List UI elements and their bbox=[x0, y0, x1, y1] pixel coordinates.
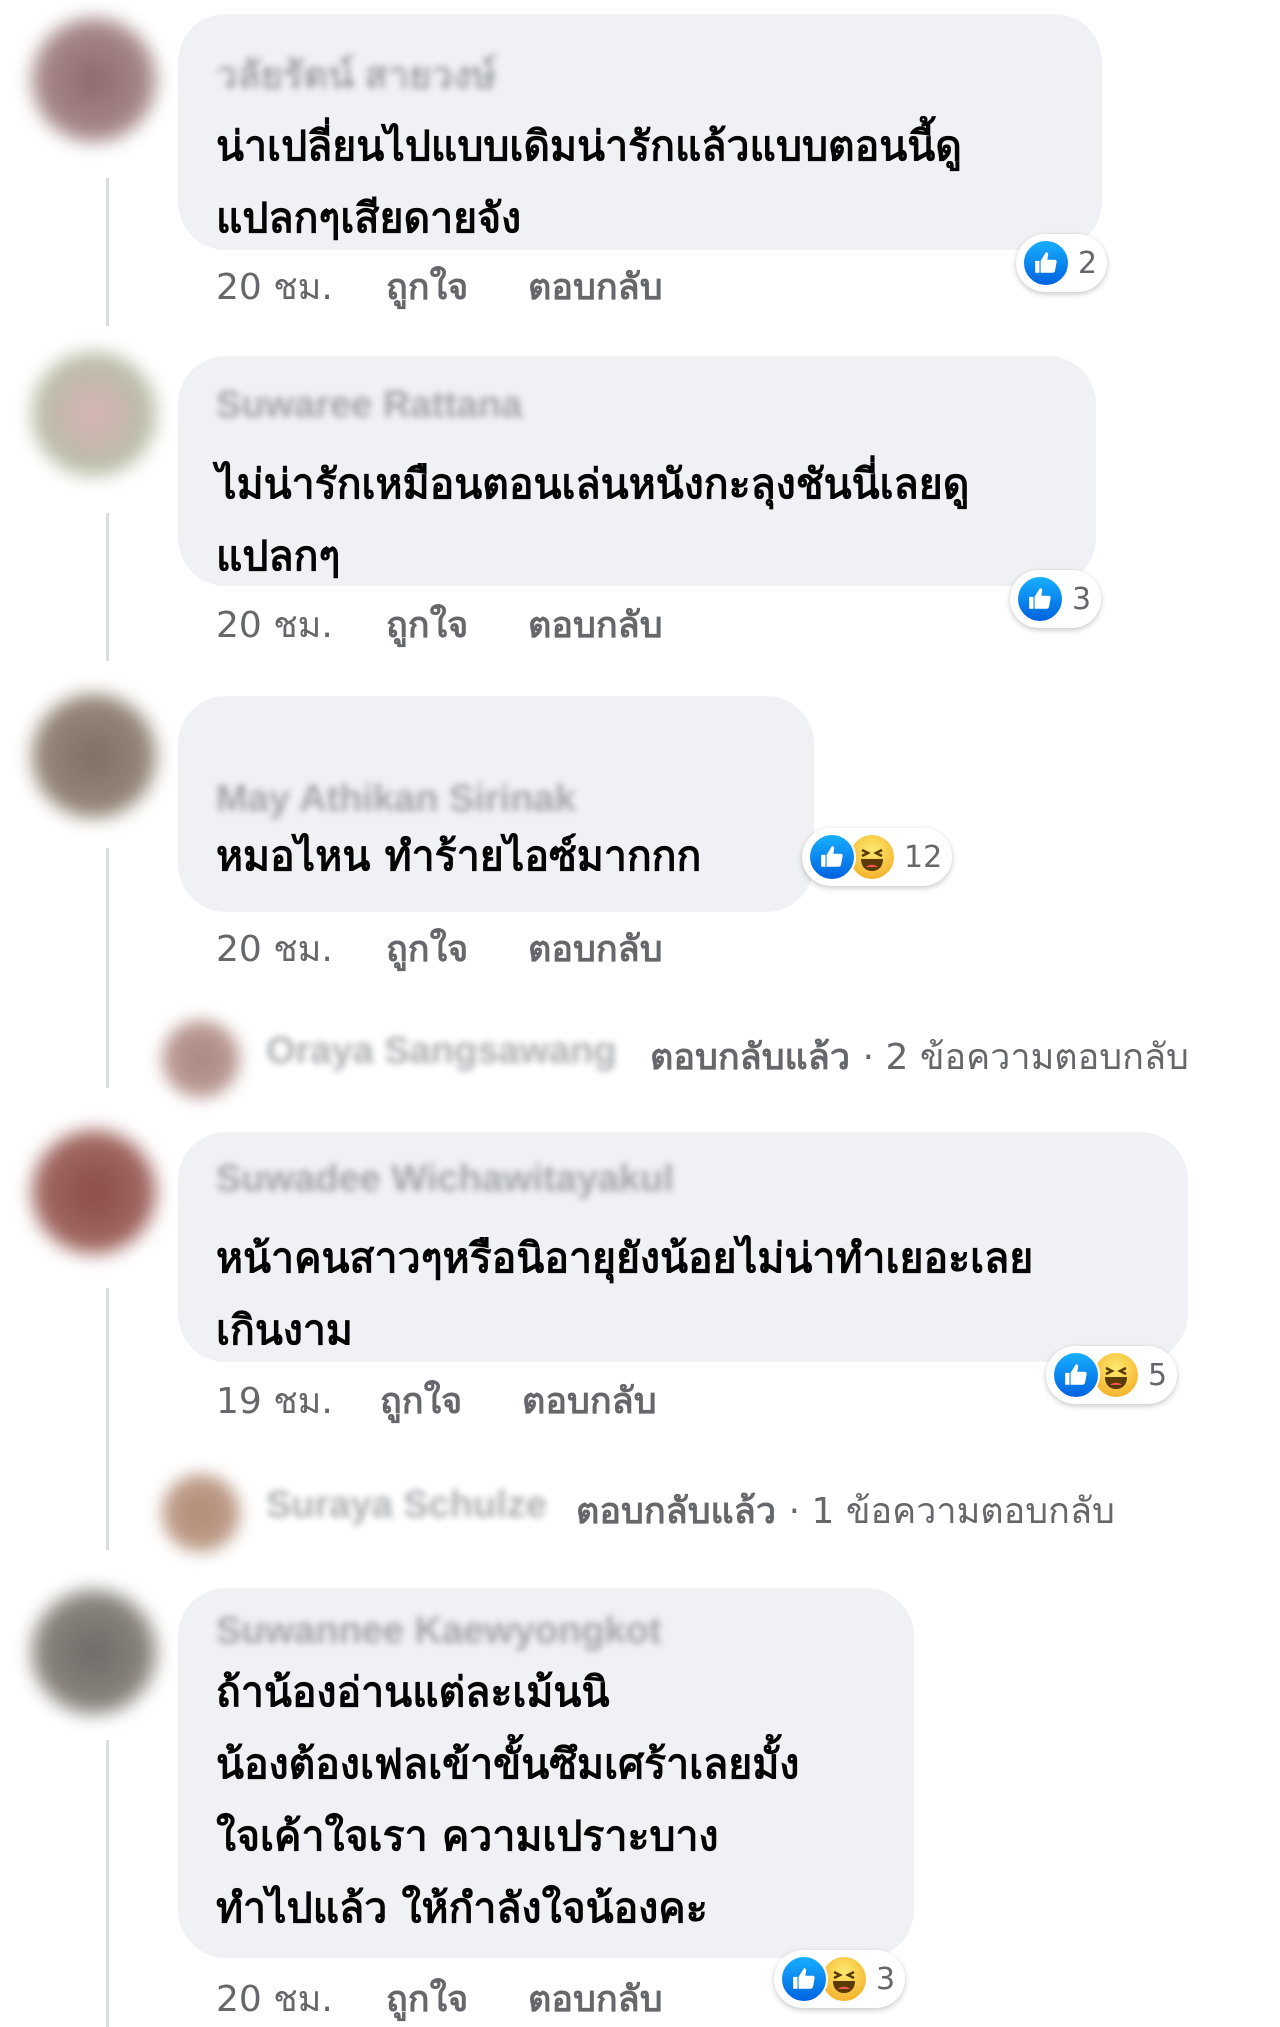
comment-author[interactable]: Suwadee Wichawitayakul bbox=[216, 1158, 674, 1201]
reply-author: Oraya Sangsawang bbox=[266, 1030, 617, 1072]
reaction-summary[interactable]: 5 bbox=[1046, 1346, 1178, 1404]
comment-text: หมอไหน ทำร้ายไอซ์มากกก bbox=[216, 832, 702, 880]
like-button[interactable]: ถูกใจ bbox=[380, 1372, 462, 1429]
avatar[interactable] bbox=[32, 694, 156, 818]
comment-time[interactable]: 19 ชม. bbox=[216, 1372, 333, 1429]
reaction-count: 3 bbox=[1072, 581, 1092, 617]
comment-author[interactable]: Suwannee Kaewyongkot bbox=[216, 1610, 662, 1653]
comment-time[interactable]: 20 ชม. bbox=[216, 1970, 333, 2027]
like-button[interactable]: ถูกใจ bbox=[386, 258, 468, 315]
comment-bubble: May Athikan Sirinak หมอไหน ทำร้ายไอซ์มาก… bbox=[178, 696, 814, 912]
like-icon bbox=[1016, 575, 1064, 623]
avatar[interactable] bbox=[32, 1590, 156, 1714]
separator: · bbox=[788, 1491, 812, 1532]
reaction-summary[interactable]: 3 bbox=[1010, 570, 1102, 628]
reaction-count: 12 bbox=[904, 839, 943, 875]
reply-count: 2 ข้อความตอบกลับ bbox=[885, 1037, 1189, 1078]
comment-text: ไม่น่ารักเหมือนตอนเล่นหนังกะลุงชันนี่เลย… bbox=[216, 460, 970, 580]
reply-button[interactable]: ตอบกลับ bbox=[528, 596, 663, 653]
thread-line bbox=[106, 513, 109, 661]
comment-text: ถ้าน้องอ่านแต่ละเม้นนิ น้องต้องเฟลเข้าขั… bbox=[216, 1668, 800, 1932]
comment-time[interactable]: 20 ชม. bbox=[216, 920, 333, 977]
like-icon bbox=[780, 1955, 828, 2003]
view-replies-link[interactable]: ตอบกลับแล้ว · 1 ข้อความตอบกลับ bbox=[576, 1482, 1115, 1539]
comment-time[interactable]: 20 ชม. bbox=[216, 596, 333, 653]
reply-author: Suraya Schulze bbox=[266, 1484, 547, 1526]
comment-bubble: Suwannee Kaewyongkot ถ้าน้องอ่านแต่ละเม้… bbox=[178, 1588, 914, 1958]
like-icon bbox=[808, 833, 856, 881]
thread-line bbox=[106, 1740, 109, 2027]
comment-bubble: วลัยรัตน์ สายวงษ์ น่าเปลี่ยนไปแบบเดิมน่า… bbox=[178, 14, 1102, 250]
reaction-summary[interactable]: 12 bbox=[802, 828, 953, 886]
replied-label: ตอบกลับแล้ว bbox=[650, 1037, 851, 1078]
like-button[interactable]: ถูกใจ bbox=[386, 920, 468, 977]
reply-button[interactable]: ตอบกลับ bbox=[522, 1372, 657, 1429]
like-button[interactable]: ถูกใจ bbox=[386, 596, 468, 653]
thread-line bbox=[106, 178, 109, 326]
avatar[interactable] bbox=[32, 1130, 156, 1254]
reply-button[interactable]: ตอบกลับ bbox=[528, 1970, 663, 2027]
reply-button[interactable]: ตอบกลับ bbox=[528, 920, 663, 977]
avatar[interactable] bbox=[32, 352, 156, 476]
comment-author[interactable]: May Athikan Sirinak bbox=[216, 778, 576, 821]
avatar bbox=[162, 1020, 240, 1098]
comment-bubble: Suwadee Wichawitayakul หน้าคนสาวๆหรือนิอ… bbox=[178, 1132, 1188, 1362]
reply-button[interactable]: ตอบกลับ bbox=[528, 258, 663, 315]
comment-author[interactable]: วลัยรัตน์ สายวงษ์ bbox=[216, 44, 496, 105]
comment-author[interactable]: Suwaree Rattana bbox=[216, 384, 522, 427]
like-icon bbox=[1022, 239, 1070, 287]
comment-text: น่าเปลี่ยนไปแบบเดิมน่ารักแล้วแบบตอนนี้ดู… bbox=[216, 122, 962, 242]
thread-line bbox=[106, 1288, 109, 1550]
reply-count: 1 ข้อความตอบกลับ bbox=[811, 1491, 1115, 1532]
view-replies-link[interactable]: ตอบกลับแล้ว · 2 ข้อความตอบกลับ bbox=[650, 1028, 1189, 1085]
reaction-count: 5 bbox=[1148, 1357, 1168, 1393]
comment-time[interactable]: 20 ชม. bbox=[216, 258, 333, 315]
reaction-summary[interactable]: 3 bbox=[774, 1950, 906, 2008]
like-icon bbox=[1052, 1351, 1100, 1399]
comment-text: หน้าคนสาวๆหรือนิอายุยังน้อยไม่น่าทำเยอะเ… bbox=[216, 1234, 1034, 1354]
reaction-count: 3 bbox=[876, 1961, 896, 1997]
avatar[interactable] bbox=[32, 18, 156, 142]
like-button[interactable]: ถูกใจ bbox=[386, 1970, 468, 2027]
reaction-summary[interactable]: 2 bbox=[1016, 234, 1108, 292]
thread-line bbox=[106, 848, 109, 1088]
replied-label: ตอบกลับแล้ว bbox=[576, 1491, 777, 1532]
reaction-count: 2 bbox=[1078, 245, 1098, 281]
separator: · bbox=[862, 1037, 886, 1078]
avatar bbox=[162, 1474, 240, 1552]
comment-bubble: Suwaree Rattana ไม่น่ารักเหมือนตอนเล่นหน… bbox=[178, 356, 1096, 586]
